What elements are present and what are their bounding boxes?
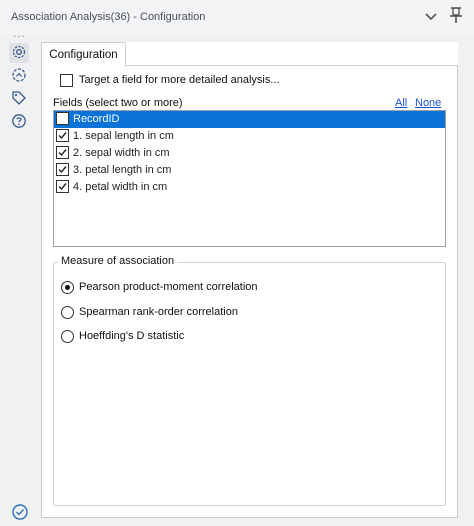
chevron-down-icon[interactable]	[423, 8, 439, 24]
tab-label: Configuration	[49, 48, 118, 61]
hoeffding-radio[interactable]	[61, 330, 74, 343]
list-item[interactable]: 3. petal length in cm	[54, 162, 445, 179]
field-label: RecordID	[73, 113, 120, 125]
field-label: 4. petal width in cm	[73, 181, 168, 193]
tab-divider	[126, 65, 458, 66]
field-label: 2. sepal width in cm	[73, 147, 170, 159]
sidebar-item-configuration[interactable]	[9, 43, 29, 63]
list-item[interactable]: 2. sepal width in cm	[54, 145, 445, 162]
tab-configuration[interactable]: Configuration	[41, 42, 126, 66]
tag-icon	[11, 90, 27, 109]
more-dots-icon[interactable]: ···	[13, 31, 26, 42]
field-checkbox[interactable]	[56, 180, 69, 193]
field-checkbox[interactable]	[56, 129, 69, 142]
field-label: 3. petal length in cm	[73, 164, 172, 176]
list-item[interactable]: RecordID	[54, 111, 445, 128]
sidebar-item-tag[interactable]	[9, 89, 29, 109]
field-checkbox[interactable]	[56, 112, 69, 125]
select-none-link[interactable]: None	[415, 97, 441, 109]
gear-icon	[11, 44, 27, 63]
help-icon	[11, 113, 27, 132]
window-title: Association Analysis(36) - Configuration	[11, 11, 206, 23]
checkmark-icon	[58, 132, 67, 140]
sidebar-item-help[interactable]	[9, 112, 29, 132]
list-item[interactable]: 1. sepal length in cm	[54, 128, 445, 145]
pearson-radio[interactable]	[61, 281, 74, 294]
list-item[interactable]: 4. petal width in cm	[54, 179, 445, 196]
pearson-label: Pearson product-moment correlation	[79, 281, 258, 293]
field-label: 1. sepal length in cm	[73, 130, 174, 142]
select-all-link[interactable]: All	[395, 97, 407, 109]
title-bar: Association Analysis(36) - Configuration	[0, 0, 474, 34]
measure-groupbox	[53, 262, 446, 506]
field-checkbox[interactable]	[56, 146, 69, 159]
checkmark-icon	[58, 149, 67, 157]
target-field-checkbox[interactable]	[60, 74, 73, 87]
fields-label: Fields (select two or more)	[53, 97, 183, 109]
measure-legend: Measure of association	[58, 255, 178, 267]
pin-icon[interactable]	[448, 6, 464, 24]
spearman-radio[interactable]	[61, 306, 74, 319]
radio-dot	[65, 285, 70, 290]
checkmark-icon	[58, 183, 67, 191]
fields-list[interactable]: RecordID 1. sepal length in cm 2. sepal …	[53, 110, 446, 247]
annotation-icon	[11, 67, 27, 86]
field-checkbox[interactable]	[56, 163, 69, 176]
hoeffding-label: Hoeffding's D statistic	[79, 330, 185, 342]
target-field-label: Target a field for more detailed analysi…	[79, 74, 280, 86]
sidebar-item-annotation[interactable]	[9, 66, 29, 86]
status-check-icon[interactable]	[11, 503, 29, 521]
checkmark-icon	[58, 166, 67, 174]
spearman-label: Spearman rank-order correlation	[79, 306, 238, 318]
